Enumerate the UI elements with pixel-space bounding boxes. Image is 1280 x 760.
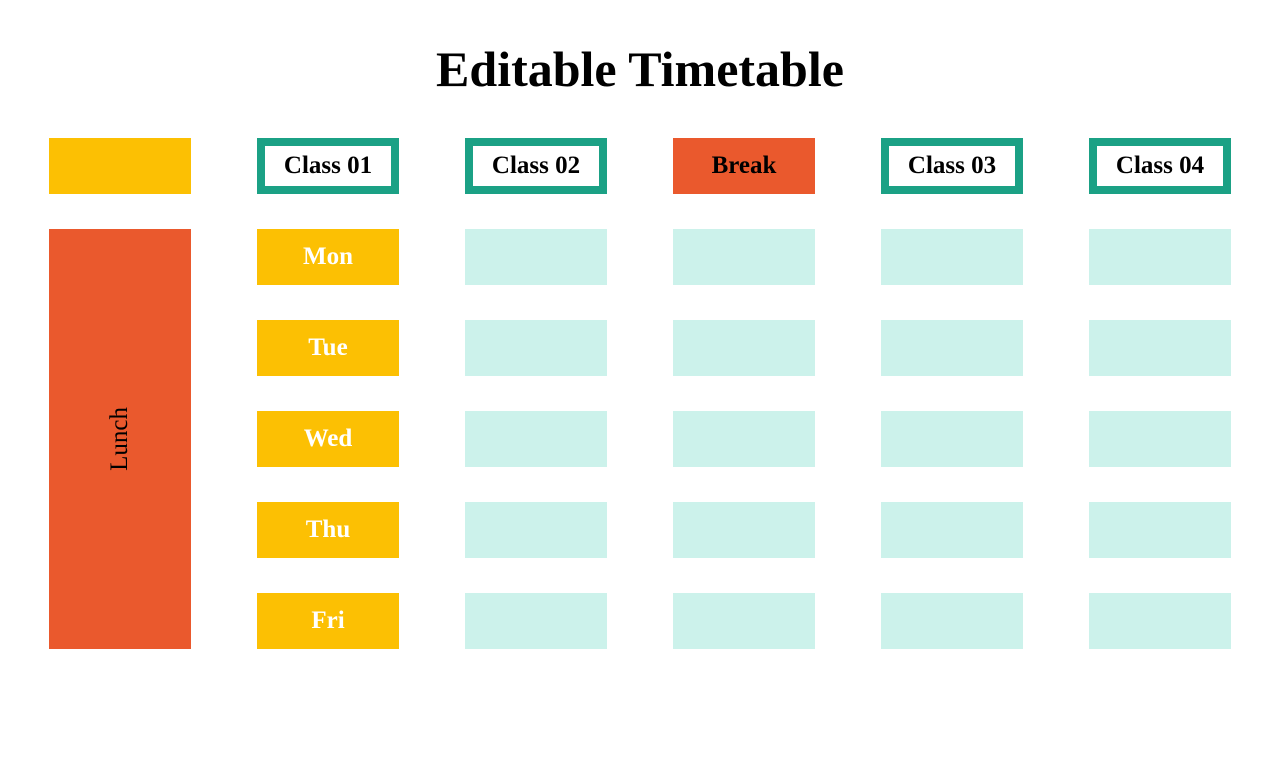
page-title: Editable Timetable <box>0 40 1280 98</box>
slot-fri-class2[interactable] <box>673 593 815 649</box>
day-label-fri: Fri <box>257 593 399 649</box>
column-header-class2: Class 02 <box>465 138 607 194</box>
day-label-tue: Tue <box>257 320 399 376</box>
slot-tue-class2[interactable] <box>673 320 815 376</box>
slot-mon-class3[interactable] <box>881 229 1023 285</box>
day-label-thu: Thu <box>257 502 399 558</box>
slot-fri-class3[interactable] <box>881 593 1023 649</box>
day-label-mon: Mon <box>257 229 399 285</box>
slot-wed-class2[interactable] <box>673 411 815 467</box>
slot-wed-class1[interactable] <box>465 411 607 467</box>
slot-thu-class2[interactable] <box>673 502 815 558</box>
lunch-block: Lunch <box>49 229 191 649</box>
slot-wed-class3[interactable] <box>881 411 1023 467</box>
slot-thu-class4[interactable] <box>1089 502 1231 558</box>
slot-fri-class4[interactable] <box>1089 593 1231 649</box>
column-header-class4: Class 04 <box>1089 138 1231 194</box>
slot-tue-class1[interactable] <box>465 320 607 376</box>
slot-mon-class4[interactable] <box>1089 229 1231 285</box>
slot-wed-class4[interactable] <box>1089 411 1231 467</box>
slot-fri-class1[interactable] <box>465 593 607 649</box>
slot-thu-class3[interactable] <box>881 502 1023 558</box>
slot-thu-class1[interactable] <box>465 502 607 558</box>
lunch-label: Lunch <box>106 407 134 471</box>
day-header-blank <box>49 138 191 194</box>
column-header-class1: Class 01 <box>257 138 399 194</box>
column-header-class3: Class 03 <box>881 138 1023 194</box>
slot-mon-class2[interactable] <box>673 229 815 285</box>
slot-tue-class3[interactable] <box>881 320 1023 376</box>
slot-tue-class4[interactable] <box>1089 320 1231 376</box>
day-label-wed: Wed <box>257 411 399 467</box>
slot-mon-class1[interactable] <box>465 229 607 285</box>
timetable-grid: Class 01 Class 02 Break Class 03 Class 0… <box>0 138 1280 649</box>
column-header-break: Break <box>673 138 815 194</box>
